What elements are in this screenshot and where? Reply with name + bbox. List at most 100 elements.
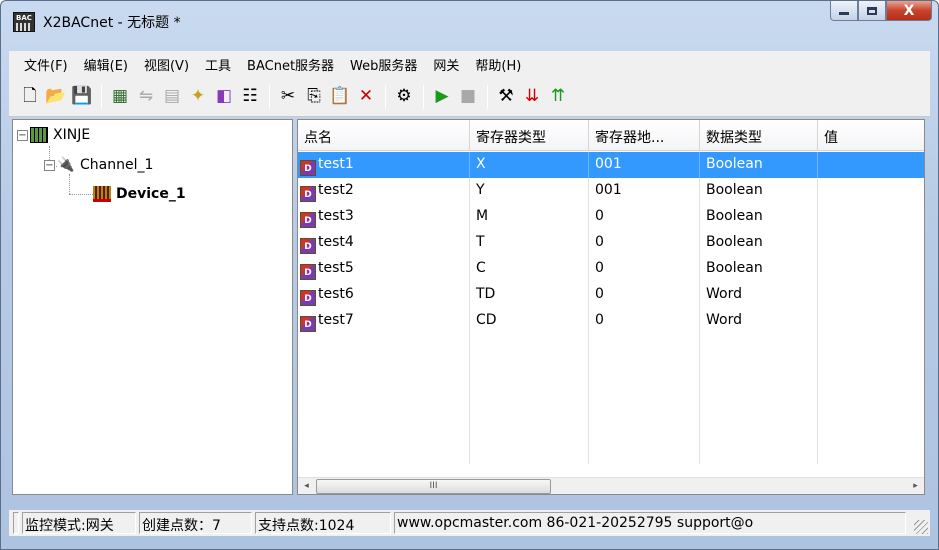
delete-icon[interactable]: ✕ xyxy=(355,86,377,108)
data-point-icon: D xyxy=(300,264,316,280)
toolbar-separator xyxy=(385,84,386,109)
title-bar[interactable]: BAC X2BACnet - 无标题 * X xyxy=(1,1,938,43)
column-header-value[interactable]: 值 xyxy=(818,120,924,151)
collapse-icon[interactable]: − xyxy=(44,159,55,171)
scroll-left-icon[interactable]: ◂ xyxy=(298,478,315,494)
table-row[interactable]: Dtest2 Y 001 Boolean xyxy=(298,178,924,204)
empty-cell xyxy=(700,438,818,464)
table-row[interactable]: Dtest1 X 001 Boolean xyxy=(298,152,924,178)
properties-icon[interactable]: ☷ xyxy=(239,86,261,108)
channel-icon: 🔌 xyxy=(57,157,75,173)
open-folder-icon[interactable]: 📂 xyxy=(45,86,67,108)
cell-name: Dtest3 xyxy=(298,204,470,230)
maximize-icon xyxy=(867,6,877,15)
table-row[interactable]: Dtest5 C 0 Boolean xyxy=(298,256,924,282)
empty-cell xyxy=(589,438,700,464)
tools-icon[interactable]: ⚒ xyxy=(495,86,517,108)
data-point-icon: D xyxy=(300,290,316,306)
menu-help[interactable]: 帮助(H) xyxy=(470,55,532,74)
resize-grip-icon[interactable] xyxy=(914,520,928,534)
empty-cell xyxy=(298,334,470,360)
close-button[interactable]: X xyxy=(886,1,932,21)
save-icon[interactable]: 💾 xyxy=(71,86,93,108)
data-point-icon: D xyxy=(300,160,316,176)
cell-name: Dtest7 xyxy=(298,308,470,334)
cell-value xyxy=(818,282,924,308)
cell-register-type: T xyxy=(470,230,589,256)
menu-gateway[interactable]: 网关 xyxy=(428,55,470,74)
add-channel-icon[interactable]: ⇋ xyxy=(135,86,157,108)
tree-node-device[interactable]: Device_1 xyxy=(93,185,186,203)
menu-file[interactable]: 文件(F) xyxy=(19,55,79,74)
empty-cell xyxy=(470,360,589,386)
empty-cell xyxy=(818,412,924,438)
new-file-icon[interactable]: 🗋 xyxy=(19,86,41,108)
status-points-created: 创建点数：7 xyxy=(139,512,252,534)
tree-node-channel[interactable]: − 🔌 Channel_1 xyxy=(44,156,153,174)
menu-edit[interactable]: 编辑(E) xyxy=(79,55,139,74)
empty-cell xyxy=(589,386,700,412)
data-point-icon: D xyxy=(300,212,316,228)
cell-name: Dtest2 xyxy=(298,178,470,204)
column-header-name[interactable]: 点名 xyxy=(298,120,470,151)
cut-icon[interactable]: ✂ xyxy=(277,86,299,108)
menu-view[interactable]: 视图(V) xyxy=(139,55,200,74)
close-icon: X xyxy=(903,2,915,19)
toolbar: 🗋 📂 💾 ▦ ⇋ ▤ ✦ ◧ ☷ ✂ ⎘ 📋 ✕ ⚙ ▶ ■ ⚒ ⇊ ⇈ xyxy=(9,77,930,117)
status-panel-first xyxy=(13,512,19,534)
collapse-icon[interactable]: − xyxy=(17,129,28,141)
empty-cell xyxy=(470,386,589,412)
cell-register-type: CD xyxy=(470,308,589,334)
empty-cell xyxy=(470,438,589,464)
table-row[interactable]: Dtest6 TD 0 Word xyxy=(298,282,924,308)
empty-row xyxy=(298,438,924,464)
tree-device-label: Device_1 xyxy=(116,186,186,202)
new-item-icon[interactable]: ✦ xyxy=(187,86,209,108)
upload-icon[interactable]: ⇈ xyxy=(547,86,569,108)
menu-web-server[interactable]: Web服务器 xyxy=(345,55,428,74)
load-icon[interactable]: ⇊ xyxy=(521,86,543,108)
table-row[interactable]: Dtest7 CD 0 Word xyxy=(298,308,924,334)
maximize-button[interactable] xyxy=(858,1,886,21)
paste-icon[interactable]: 📋 xyxy=(329,86,351,108)
empty-cell xyxy=(818,334,924,360)
menu-tools[interactable]: 工具 xyxy=(200,55,242,74)
cell-register-type: C xyxy=(470,256,589,282)
menu-bar: 文件(F) 编辑(E) 视图(V) 工具 BACnet服务器 Web服务器 网关… xyxy=(9,51,930,77)
point-name: test7 xyxy=(318,312,354,328)
stop-icon[interactable]: ■ xyxy=(457,86,479,108)
empty-cell xyxy=(589,334,700,360)
menu-bacnet-server[interactable]: BACnet服务器 xyxy=(242,55,345,74)
app-icon[interactable]: BAC xyxy=(13,12,35,32)
copy-icon[interactable]: ⎘ xyxy=(303,86,325,108)
tree-node-root[interactable]: − XINJE xyxy=(17,126,90,144)
device-tree[interactable]: − XINJE − 🔌 Channel_1 Device_1 xyxy=(12,119,293,495)
point-name: test4 xyxy=(318,234,354,250)
cell-data-type: Boolean xyxy=(700,204,818,230)
app-window: BAC X2BACnet - 无标题 * X 文件(F) 编辑(E) 视图(V)… xyxy=(0,0,939,550)
column-header-register-address[interactable]: 寄存器地... xyxy=(589,120,700,151)
column-header-data-type[interactable]: 数据类型 xyxy=(700,120,818,151)
minimize-button[interactable] xyxy=(830,1,858,21)
import-icon[interactable]: ⚙ xyxy=(393,86,415,108)
points-list[interactable]: 点名 寄存器类型 寄存器地... 数据类型 值 Dtest1 X 001 Boolea… xyxy=(297,119,925,495)
app-icon-label: BAC xyxy=(16,14,32,22)
run-icon[interactable]: ▶ xyxy=(431,86,453,108)
scroll-right-icon[interactable]: ▸ xyxy=(907,478,924,494)
add-group-icon[interactable]: ▤ xyxy=(161,86,183,108)
cell-register-address: 0 xyxy=(589,308,700,334)
add-point-icon[interactable]: ◧ xyxy=(213,86,235,108)
table-row[interactable]: Dtest3 M 0 Boolean xyxy=(298,204,924,230)
window-controls: X xyxy=(830,1,932,21)
cell-data-type: Boolean xyxy=(700,178,818,204)
tree-root-label: XINJE xyxy=(53,127,91,143)
horizontal-scrollbar[interactable]: ◂ III ▸ xyxy=(298,477,924,494)
cell-value xyxy=(818,152,924,178)
column-header-register-type[interactable]: 寄存器类型 xyxy=(470,120,589,151)
scroll-thumb[interactable]: III xyxy=(316,479,551,494)
empty-cell xyxy=(818,386,924,412)
app-icon-bars xyxy=(16,23,32,31)
table-row[interactable]: Dtest4 T 0 Boolean xyxy=(298,230,924,256)
empty-cell xyxy=(470,334,589,360)
add-device-icon[interactable]: ▦ xyxy=(109,86,131,108)
